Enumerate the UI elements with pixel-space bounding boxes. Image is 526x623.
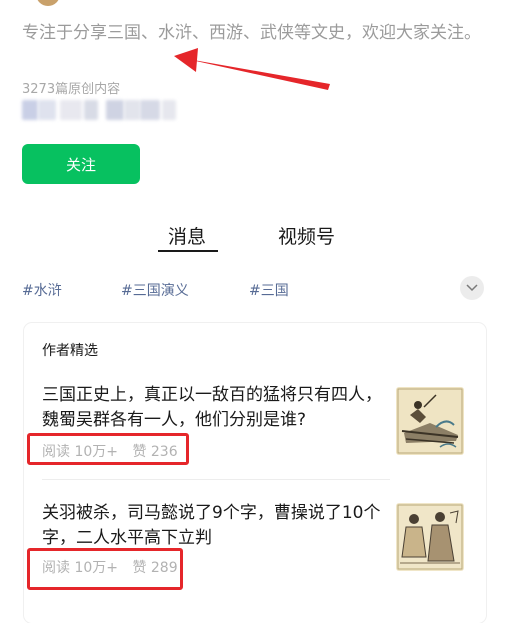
- chevron-down-icon: [466, 284, 478, 292]
- avatar: [36, 0, 60, 6]
- red-arrow-annotation: [174, 48, 330, 90]
- tag-sanguo-yanyi[interactable]: #三国演义: [121, 280, 189, 300]
- article-thumbnail[interactable]: [396, 387, 464, 455]
- article-thumbnail[interactable]: [396, 503, 464, 571]
- tag-sanguo[interactable]: #三国: [249, 280, 289, 300]
- tab-channels[interactable]: 视频号: [278, 222, 335, 249]
- divider: [42, 479, 390, 480]
- expand-tags-button[interactable]: [460, 276, 484, 300]
- red-highlight-box: [27, 548, 183, 590]
- tab-messages[interactable]: 消息: [168, 222, 206, 249]
- red-highlight-box: [27, 433, 189, 465]
- active-tab-indicator: [158, 250, 218, 252]
- article-title[interactable]: 关羽被杀，司马懿说了9个字，曹操说了10个字，二人水平高下立判: [42, 501, 382, 551]
- article-title[interactable]: 三国正史上，真正以一敌百的猛将只有四人，魏蜀吴群各有一人，他们分别是谁?: [42, 383, 382, 433]
- article-count: 3273篇原创内容: [22, 82, 121, 97]
- section-title: 作者精选: [42, 343, 98, 359]
- tag-shuihu[interactable]: #水浒: [22, 280, 62, 300]
- follow-button[interactable]: 关注: [22, 144, 140, 184]
